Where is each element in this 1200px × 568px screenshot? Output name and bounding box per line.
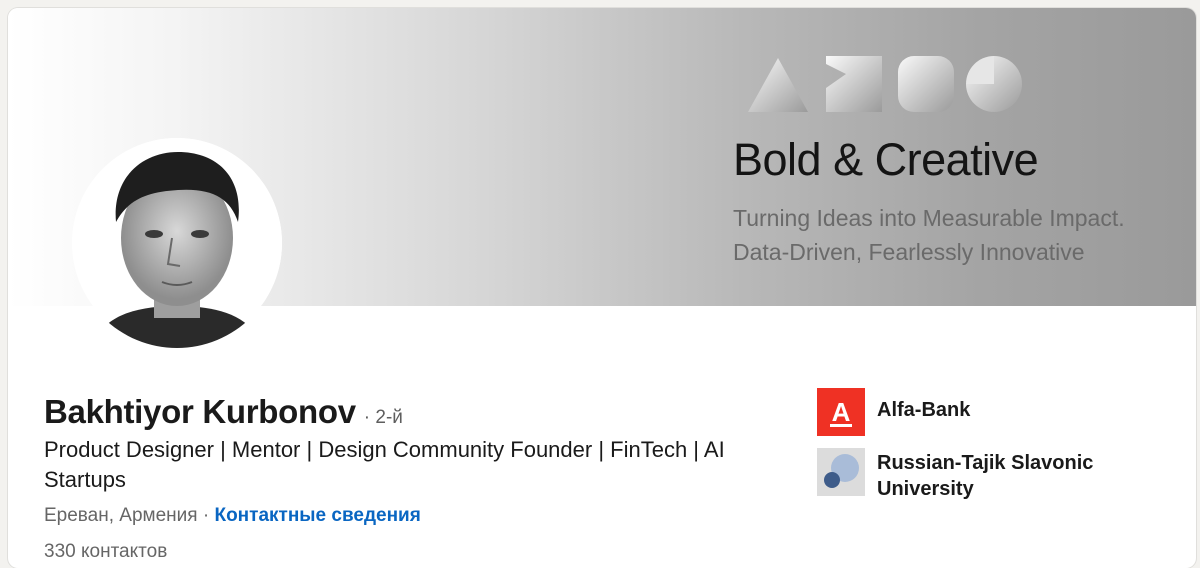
- connection-degree: · 2-й: [363, 407, 403, 428]
- profile-organizations: А Alfa-Bank Russian-Tajik Slavonic Unive…: [817, 388, 1177, 514]
- triangle-shape-icon: [748, 58, 808, 112]
- university-logo-icon: [817, 448, 865, 496]
- avatar[interactable]: [72, 138, 282, 348]
- org-name: Alfa-Bank: [877, 399, 971, 421]
- profile-identity: Bakhtiyor Kurbonov · 2-й Product Designe…: [44, 393, 804, 563]
- banner-subtitle-line2: Data-Driven, Fearlessly Innovative: [733, 239, 1085, 265]
- location-separator: ·: [197, 505, 215, 526]
- circle-shape-icon: [966, 56, 1022, 112]
- profile-headline: Product Designer | Mentor | Design Commu…: [44, 437, 725, 492]
- banner-title: Bold & Creative: [733, 134, 1039, 185]
- name-row: Bakhtiyor Kurbonov · 2-й: [44, 393, 804, 431]
- connections-count[interactable]: 330 контактов: [44, 541, 804, 563]
- banner-subtitle: Turning Ideas into Measurable Impact. Da…: [733, 201, 1125, 269]
- contact-info-link[interactable]: Контактные сведения: [214, 505, 420, 526]
- location-row: Ереван, Армения · Контактные сведения: [44, 505, 804, 527]
- profile-location: Ереван, Армения: [44, 505, 198, 526]
- alfa-logo-letter: А: [832, 397, 851, 427]
- rounded-square-shape-icon: [898, 56, 954, 112]
- profile-card: Bold & Creative Turning Ideas into Measu…: [8, 8, 1196, 568]
- banner-subtitle-line1: Turning Ideas into Measurable Impact.: [733, 205, 1125, 231]
- org-name: Russian-Tajik Slavonic University: [877, 452, 1094, 500]
- alfa-bank-logo-icon: А: [817, 388, 865, 436]
- org-rtsu[interactable]: Russian-Tajik Slavonic University: [817, 448, 1177, 502]
- notched-square-shape-icon: [826, 56, 882, 112]
- profile-name: Bakhtiyor Kurbonov: [44, 393, 356, 430]
- profile-photo: [72, 138, 282, 348]
- banner-shapes: [738, 54, 1022, 114]
- org-alfa-bank[interactable]: А Alfa-Bank: [817, 388, 1177, 436]
